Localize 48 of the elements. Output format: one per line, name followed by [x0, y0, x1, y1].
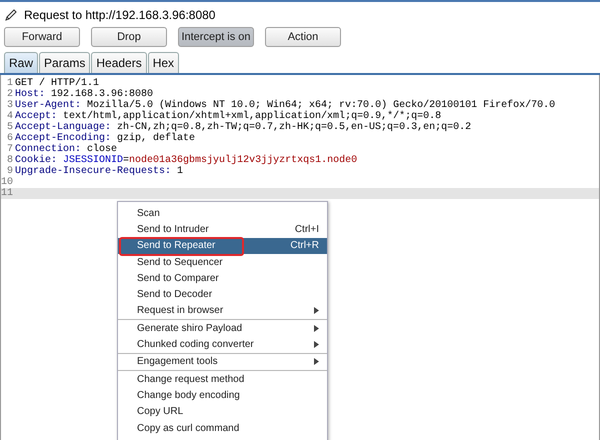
menu-item[interactable]: Change request method — [118, 370, 327, 388]
code-line: Accept-Encoding: gzip, deflate — [15, 133, 196, 144]
toolbar-button[interactable]: Drop — [91, 27, 167, 47]
tab[interactable]: Headers — [91, 52, 147, 73]
tab[interactable]: Raw — [4, 52, 38, 73]
code-line: Host: 192.168.3.96:8080 — [15, 89, 154, 100]
submenu-arrow-icon — [314, 341, 319, 348]
toolbar-button[interactable]: Intercept is on — [178, 27, 254, 47]
submenu-arrow-icon — [314, 324, 319, 332]
line-number: 1 — [6, 78, 14, 89]
tab[interactable]: Hex — [148, 52, 180, 73]
menu-item[interactable]: Copy URL — [118, 404, 327, 420]
code-line: GET / HTTP/1.1 — [15, 78, 100, 89]
menu-item[interactable]: Send to Decoder — [118, 286, 327, 303]
submenu-arrow-icon — [314, 358, 319, 366]
menu-item[interactable]: Engagement tools — [118, 352, 327, 370]
line-number: 7 — [6, 144, 14, 155]
line-number: 10 — [1, 177, 14, 188]
code-line: User-Agent: Mozilla/5.0 (Windows NT 10.0; Win64; x64; rv:70.0) Gecko/20100101 Firefox/70.0 — [15, 100, 556, 111]
code-line: Cookie: JSESSIONID=node01a36gbmsjyulj12v3jjyzrtxqs1.node0 — [15, 155, 358, 166]
menu-item[interactable]: Scan — [118, 205, 327, 222]
toolbar-button[interactable]: Forward — [4, 27, 80, 47]
code-line: Accept: text/html,application/xhtml+xml,application/xml;q=0.9,*/*;q=0.8 — [15, 111, 442, 122]
code-line: Accept-Language: zh-CN,zh;q=0.8,zh-TW;q=0.7,zh-HK;q=0.5,en-US;q=0.3,en;q=0.2 — [15, 122, 472, 133]
menu-item[interactable]: Request in browser — [118, 302, 327, 320]
code-line: Connection: close — [15, 144, 118, 155]
menu-item[interactable]: Change body encoding — [118, 387, 327, 404]
menu-item[interactable]: Send to Sequencer — [118, 254, 327, 270]
line-number: 6 — [6, 133, 14, 144]
menu-item[interactable]: Send to Intruder Ctrl+I — [118, 221, 327, 238]
line-number: 4 — [6, 111, 14, 122]
line-number: 9 — [6, 166, 14, 177]
tab[interactable]: Params — [39, 52, 90, 73]
pencil-icon — [4, 8, 18, 22]
menu-item[interactable]: Chunked coding converter — [118, 336, 327, 353]
line-number: 8 — [6, 155, 14, 166]
menu-item[interactable]: Send to Repeater Ctrl+R — [118, 238, 327, 254]
menu-item[interactable]: Copy as curl command — [118, 420, 327, 436]
line-number: 3 — [6, 100, 14, 111]
submenu-arrow-icon — [314, 307, 319, 314]
menu-item[interactable]: Generate shiro Payload — [118, 319, 327, 336]
request-title: Request to http://192.168.3.96:8080 — [24, 8, 216, 22]
menu-item[interactable]: Send to Comparer — [118, 270, 327, 286]
line-number: 5 — [6, 122, 14, 133]
line-number: 2 — [6, 89, 14, 100]
line-number: 11 — [1, 188, 14, 199]
toolbar-button[interactable]: Action — [265, 27, 341, 47]
code-line: Upgrade-Insecure-Requests: 1 — [15, 166, 184, 177]
